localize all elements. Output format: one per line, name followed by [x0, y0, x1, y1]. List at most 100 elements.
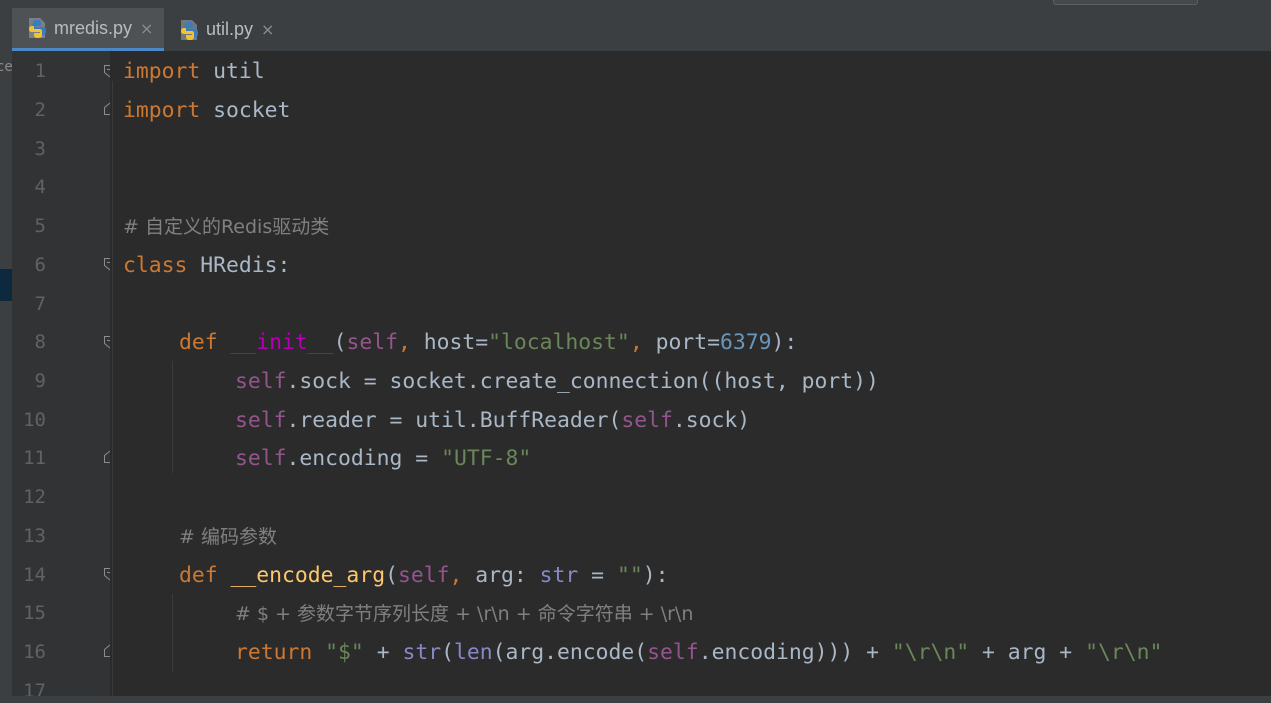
keyword-token: return	[235, 640, 313, 665]
line-number: 3	[34, 138, 46, 160]
code-line-15: # $ + 参数字节序列长度 + \r\n + 命令字符串 + \r\n	[235, 594, 693, 633]
code-text: ,	[629, 330, 656, 355]
string-token: "localhost"	[488, 330, 630, 355]
close-tab-icon[interactable]: ×	[140, 19, 153, 38]
indent-guide	[112, 81, 113, 703]
code-text: .encoding =	[286, 446, 442, 471]
self-token: self	[235, 408, 287, 433]
line-number: 14	[23, 564, 46, 586]
code-text: =	[578, 563, 617, 588]
keyword-token: def	[179, 563, 218, 588]
code-line-6: class HRedis:	[123, 246, 290, 285]
magic-method-token: __init__	[230, 330, 334, 355]
code-text: ,	[397, 330, 424, 355]
code-line-5: # 自定义的Redis驱动类	[123, 207, 329, 246]
python-file-icon	[181, 19, 198, 40]
indent-guide	[172, 594, 173, 672]
tab-mredis-py[interactable]: mredis.py ×	[12, 8, 164, 51]
editor-tab-bar: mredis.py × util.py ×	[0, 8, 1271, 52]
code-text: (	[441, 640, 454, 665]
code-text: .reader = util.BuffReader(	[286, 408, 622, 433]
code-text: socket	[200, 98, 291, 123]
line-number: 12	[23, 486, 46, 508]
builtin-token: str	[402, 640, 442, 665]
code-text: host=	[423, 330, 489, 355]
self-token: self	[235, 446, 287, 471]
line-number: 7	[34, 293, 46, 315]
keyword-token: class	[123, 253, 188, 278]
builtin-token: str	[539, 563, 579, 588]
comment-token: # 自定义的Redis驱动类	[123, 216, 330, 238]
code-line-10: self.reader = util.BuffReader(self.sock)	[235, 401, 750, 440]
line-number: 4	[34, 176, 46, 198]
code-line-14: def __encode_arg(self, arg: str = ""):	[179, 556, 668, 595]
line-number: 6	[34, 254, 46, 276]
line-number: 1	[34, 60, 46, 82]
line-number-gutter: 1 2 3 4 5 6 7 8 9 10 11 12 13 14 15 16 1…	[12, 51, 116, 703]
code-text: .encoding))) +	[698, 640, 892, 665]
number-token: 6379	[719, 330, 772, 355]
project-panel-edge[interactable]: ce	[0, 51, 12, 703]
code-line-8: def __init__(self, host="localhost", por…	[179, 323, 797, 362]
tab-util-py[interactable]: util.py ×	[164, 8, 284, 51]
code-line-9: self.sock = socket.create_connection((ho…	[235, 362, 879, 401]
code-text: port=	[655, 330, 720, 355]
code-line-16: return "$" + str(len(arg.encode(self.enc…	[235, 633, 1162, 672]
code-text: +	[363, 640, 403, 665]
self-token: self	[621, 408, 673, 433]
horizontal-scrollbar[interactable]	[0, 696, 1271, 703]
code-line-11: self.encoding = "UTF-8"	[235, 439, 531, 478]
comment-token: # 编码参数	[179, 526, 277, 548]
keyword-token: import	[123, 98, 201, 123]
line-number: 11	[23, 447, 46, 469]
code-editor[interactable]: import util import socket # 自定义的Redis驱动类…	[110, 51, 1271, 703]
code-line-2: import socket	[123, 91, 290, 130]
self-token: self	[647, 640, 699, 665]
project-panel-text: ce	[0, 59, 12, 75]
search-field-edge[interactable]	[1053, 0, 1198, 5]
indent-guide	[172, 361, 173, 473]
ide-window: mredis.py × util.py × ce 1 2 3 4 5 6 7 8…	[0, 0, 1271, 703]
code-text: ,	[449, 563, 476, 588]
close-tab-icon[interactable]: ×	[261, 20, 274, 39]
code-line-13: # 编码参数	[179, 517, 277, 556]
keyword-token: import	[123, 59, 201, 84]
string-token: "\r\n"	[891, 640, 970, 665]
string-token: ""	[616, 563, 643, 588]
comment-token: # $ + 参数字节序列长度 + \r\n + 命令字符串 + \r\n	[235, 603, 694, 625]
code-text: ):	[771, 330, 798, 355]
code-text: util	[200, 59, 265, 84]
keyword-token: def	[179, 330, 218, 355]
tab-label: mredis.py	[54, 17, 133, 38]
line-number: 8	[34, 331, 46, 353]
line-number: 9	[34, 370, 46, 392]
line-number: 16	[23, 641, 46, 663]
code-text: (arg.encode(	[492, 640, 648, 665]
code-line-1: import util	[123, 52, 265, 91]
line-number: 10	[23, 409, 46, 431]
line-number: 2	[34, 99, 46, 121]
code-text: (	[333, 330, 347, 355]
self-token: self	[235, 369, 287, 394]
code-text: .sock = socket.create_connection((host, …	[286, 369, 879, 394]
python-file-icon	[29, 18, 46, 38]
code-text: arg:	[475, 563, 540, 588]
code-text: HRedis:	[187, 253, 291, 278]
line-number: 15	[23, 602, 46, 624]
self-token: self	[346, 330, 398, 355]
code-text: (	[385, 563, 398, 588]
line-number: 13	[23, 525, 46, 547]
string-token: "$"	[325, 640, 364, 665]
string-token: "\r\n"	[1085, 640, 1163, 665]
line-number: 5	[34, 215, 46, 237]
string-token: "UTF-8"	[441, 446, 532, 471]
builtin-token: len	[453, 640, 493, 665]
project-selected-row	[0, 269, 12, 301]
tab-label: util.py	[206, 19, 254, 39]
self-token: self	[397, 563, 450, 588]
code-text: ):	[642, 563, 669, 588]
function-name-token: __encode_arg	[230, 563, 386, 588]
